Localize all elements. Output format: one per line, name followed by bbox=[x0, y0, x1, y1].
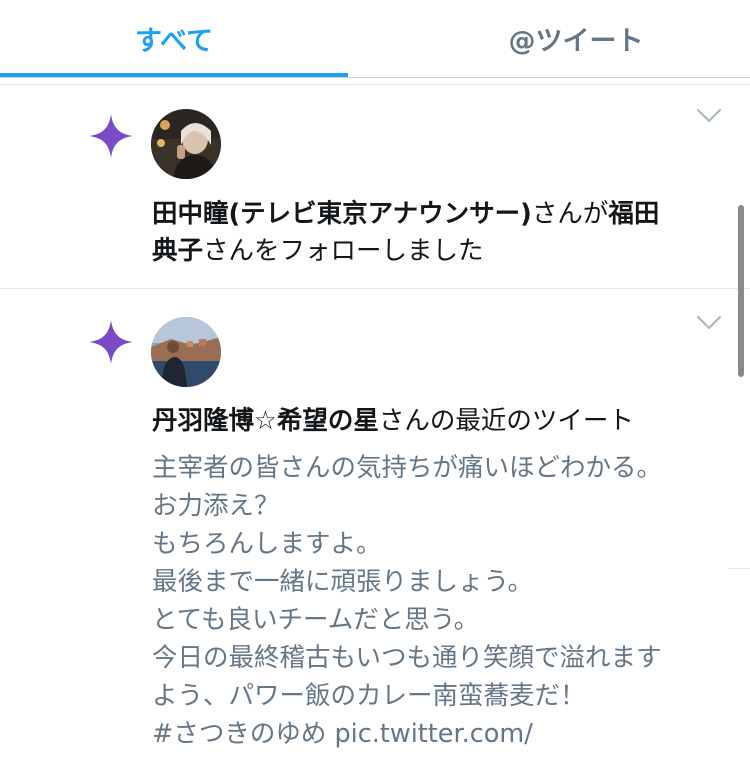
target-name-part1[interactable]: 福田 bbox=[608, 199, 659, 229]
sparkle-icon bbox=[89, 320, 133, 364]
tweet-line: よう、パワー飯のカレー南蛮蕎麦だ！ bbox=[152, 681, 586, 711]
actor-name[interactable]: 田中瞳(テレビ東京アナウンサー) bbox=[152, 199, 532, 229]
target-name-part2[interactable]: 典子 bbox=[152, 236, 203, 266]
tweet-line: 今日の最終稽古もいつも通り笑顔で溢れます bbox=[152, 643, 662, 673]
notification-suffix: さんの最近のツイート bbox=[378, 406, 634, 436]
tweet-line: もちろんしますよ。 bbox=[152, 529, 382, 559]
tab-all[interactable]: すべて bbox=[0, 0, 348, 77]
notification-suffix: さんをフォローしました bbox=[203, 236, 484, 266]
chevron-down-icon[interactable] bbox=[696, 315, 722, 331]
tweet-line: 最後まで一緒に頑張りましょう。 bbox=[152, 567, 533, 597]
tab-mentions[interactable]: @ツイート bbox=[402, 0, 750, 77]
active-tab-indicator bbox=[0, 73, 348, 77]
tweet-line: #さつきのゆめ pic.twitter.com/ bbox=[152, 719, 533, 749]
tweet-line: お力添え？ bbox=[152, 491, 280, 521]
tweet-preview[interactable]: 主宰者の皆さんの気持ちが痛いほどわかる。 お力添え？ もちろんしますよ。 最後ま… bbox=[152, 449, 742, 753]
notification-text: 田中瞳(テレビ東京アナウンサー)さんが福田 典子さんをフォローしました bbox=[152, 196, 722, 270]
avatar[interactable] bbox=[151, 317, 221, 387]
actor-name[interactable]: 丹羽隆博☆希望の星 bbox=[152, 406, 379, 436]
avatar[interactable] bbox=[151, 109, 221, 179]
divider bbox=[728, 568, 750, 569]
notification-text: 丹羽隆博☆希望の星さんの最近のツイート bbox=[152, 403, 722, 440]
sparkle-icon bbox=[89, 114, 133, 158]
notification-connector: さんが bbox=[531, 199, 609, 229]
chevron-down-icon[interactable] bbox=[696, 108, 722, 124]
notification-follow[interactable]: 田中瞳(テレビ東京アナウンサー)さんが福田 典子さんをフォローしました bbox=[0, 85, 750, 289]
notification-recent-tweet[interactable]: 丹羽隆博☆希望の星さんの最近のツイート 主宰者の皆さんの気持ちが痛いほどわかる。… bbox=[0, 289, 750, 759]
tweet-line: 主宰者の皆さんの気持ちが痛いほどわかる。 bbox=[152, 453, 663, 483]
tweet-line: とても良いチームだと思う。 bbox=[152, 605, 480, 635]
notification-tabs: すべて @ツイート bbox=[0, 0, 750, 78]
scrollbar[interactable] bbox=[738, 205, 744, 377]
